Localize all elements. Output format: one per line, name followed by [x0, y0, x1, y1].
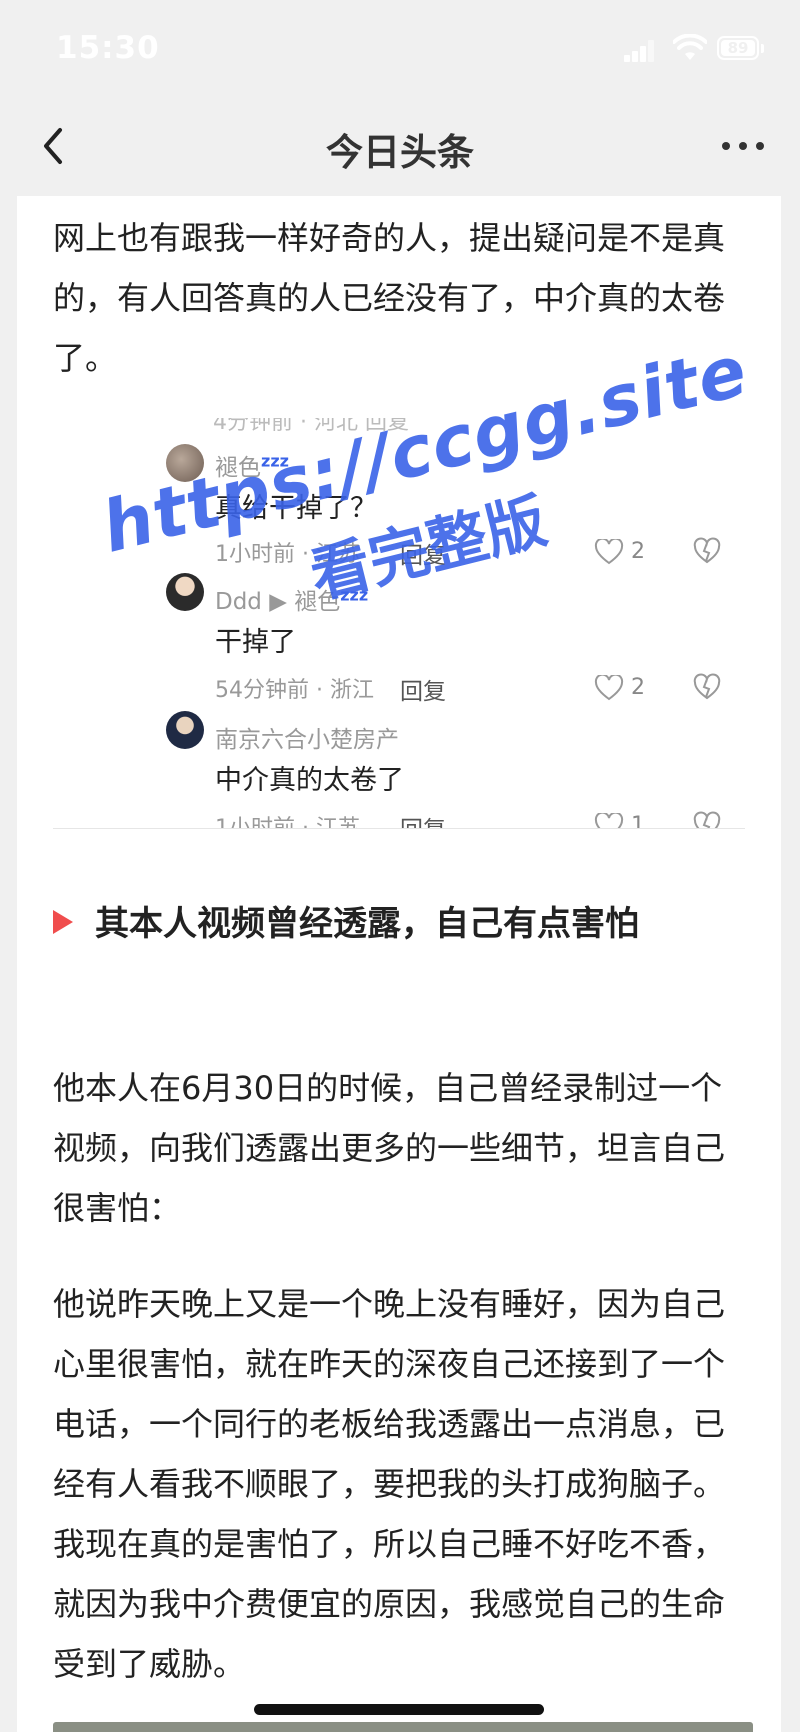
like-count: 2	[631, 539, 645, 564]
comment-author: 褪色zzz	[215, 451, 289, 481]
like-icon[interactable]	[594, 813, 624, 829]
article-body: 网上也有跟我一样好奇的人，提出疑问是不是真的，有人回答真的人已经没有了，中介真的…	[17, 196, 781, 1732]
dislike-icon[interactable]	[693, 537, 721, 565]
comment-author: 南京六合小楚房产	[215, 727, 399, 753]
avatar	[166, 444, 204, 482]
home-indicator[interactable]	[254, 1704, 544, 1715]
battery-level: 89	[721, 40, 755, 56]
dislike-icon[interactable]	[693, 673, 721, 701]
section-title: 其本人视频曾经透露，自己有点害怕	[95, 904, 639, 944]
article-image	[53, 1722, 753, 1732]
more-options-icon[interactable]	[722, 136, 764, 156]
wifi-icon	[673, 34, 707, 60]
like-icon[interactable]	[594, 675, 624, 701]
page-title: 今日头条	[326, 131, 474, 174]
like-count: 2	[631, 675, 645, 700]
avatar	[166, 573, 204, 611]
comment-text: 干掉了	[215, 627, 296, 658]
dislike-icon[interactable]	[693, 811, 721, 829]
triangle-marker-icon	[53, 910, 73, 934]
reply-button[interactable]: 回复	[400, 810, 446, 828]
nav-bar: 今日头条	[0, 100, 800, 196]
comment-text: 真给干掉了？	[215, 493, 377, 524]
comment-top-meta: 4分钟前 · 河北 回复	[213, 418, 409, 435]
like-icon[interactable]	[594, 539, 624, 565]
comment-meta: 1小时前 · 江苏	[215, 816, 360, 829]
battery-tip	[761, 44, 764, 53]
paragraph-2: 他本人在6月30日的时候，自己曾经录制过一个视频，向我们透露出更多的一些细节，坦…	[53, 1069, 726, 1227]
signal-icon	[624, 40, 654, 62]
status-time: 15:30	[56, 30, 160, 66]
comment-meta: 54分钟前 · 浙江	[215, 678, 374, 703]
comment-meta: 1小时前 · 江苏	[215, 542, 360, 567]
like-count: 1	[631, 813, 645, 829]
reply-button[interactable]: 回复	[400, 672, 446, 706]
paragraph-1: 网上也有跟我一样好奇的人，提出疑问是不是真的，有人回答真的人已经没有了，中介真的…	[53, 219, 726, 377]
comment-screenshot: 4分钟前 · 河北 回复 褪色zzz 真给干掉了？ 1小时前 · 江苏 回复 2…	[53, 418, 745, 829]
comment-author: Ddd ▶ 褪色zzz	[215, 585, 369, 615]
battery-icon: 89	[717, 36, 759, 60]
comment-text: 中介真的太卷了	[215, 765, 404, 796]
section-heading: 其本人视频曾经透露，自己有点害怕	[53, 896, 753, 952]
status-bar: 15:30 89	[0, 0, 800, 100]
reply-button[interactable]: 回复	[400, 536, 446, 570]
paragraph-3: 他说昨天晚上又是一个晚上没有睡好，因为自己心里很害怕，就在昨天的深夜自己还接到了…	[53, 1285, 726, 1683]
avatar	[166, 711, 204, 749]
